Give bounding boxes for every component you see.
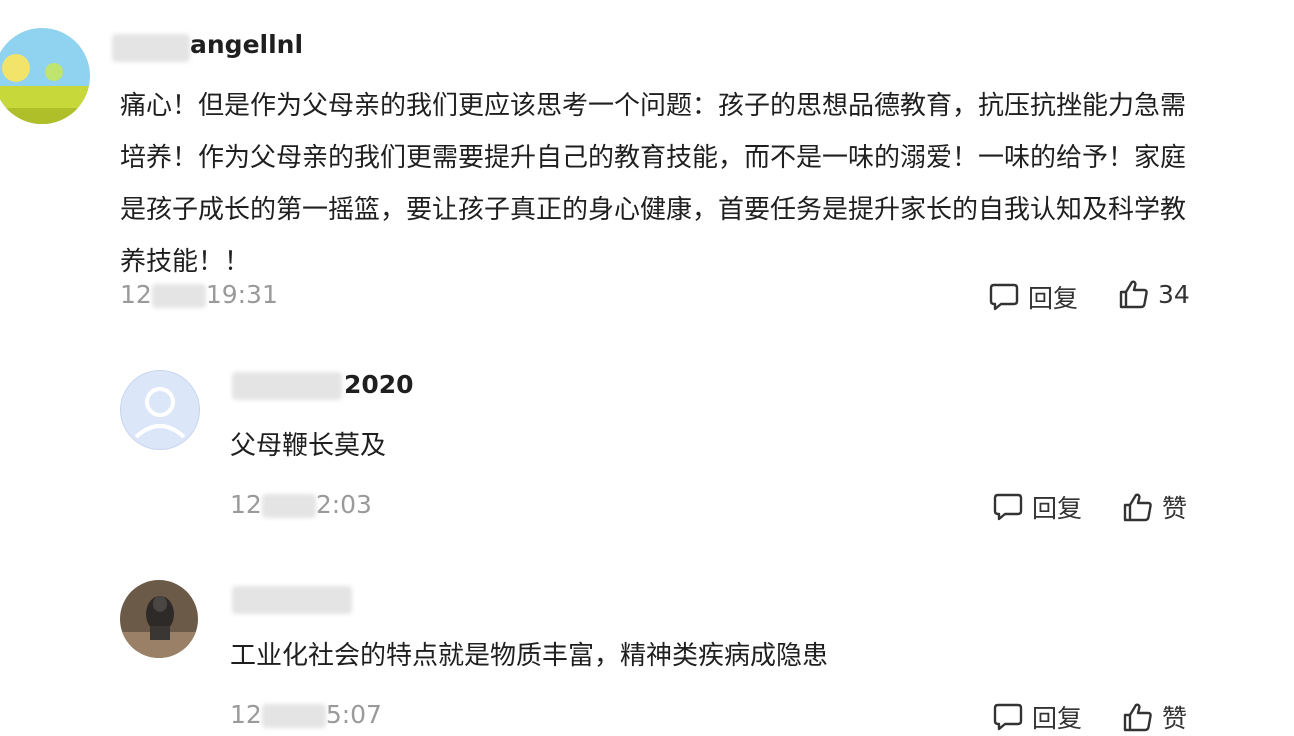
timestamp-suffix: 2:03 [315,490,372,519]
like-count: 34 [1158,279,1190,309]
reply-button[interactable]: 回复 [992,699,1082,735]
timestamp: 12 19:31 [120,280,278,309]
timestamp-prefix: 12 [230,490,262,519]
like-label: 赞 [1162,494,1188,523]
like-button[interactable]: 34 [1118,279,1190,309]
default-user-icon [134,387,186,439]
comment-text: 痛心！但是作为父母亲的我们更应该思考一个问题：孩子的思想品德教育，抗压抗挫能力急… [120,91,1187,277]
username[interactable]: 2020 [344,370,414,399]
timestamp: 12 2:03 [230,490,372,519]
username-redacted [112,34,190,62]
timestamp-redacted [261,704,326,728]
timestamp-suffix: 5:07 [325,700,382,729]
speech-bubble-icon [993,703,1023,731]
comment-text: 父母鞭长莫及 [230,431,387,461]
reply-button[interactable]: 回复 [992,489,1082,525]
reply-button[interactable]: 回复 [988,279,1078,315]
avatar[interactable] [120,370,200,450]
avatar[interactable] [0,28,90,124]
timestamp-prefix: 12 [120,280,152,309]
speech-bubble-icon [993,493,1023,521]
timestamp-prefix: 12 [230,700,262,729]
avatar-photo-image [120,580,198,658]
username-redacted [232,372,342,400]
avatar[interactable] [120,580,198,658]
reply-label: 回复 [1032,704,1083,733]
comment-text: 工业化社会的特点就是物质丰富，精神类疾病成隐患 [230,641,829,671]
timestamp: 12 5:07 [230,700,382,729]
username-redacted [232,586,352,614]
speech-bubble-icon [989,283,1019,311]
timestamp-suffix: 19:31 [205,280,278,309]
thumbs-up-icon [1119,280,1148,309]
thumbs-up-icon [1123,493,1152,522]
username[interactable]: angellnl [190,30,303,59]
like-label: 赞 [1162,704,1188,733]
timestamp-redacted [261,494,316,518]
avatar-landscape-image [0,28,90,124]
thumbs-up-icon [1123,703,1152,732]
reply-label: 回复 [1032,494,1083,523]
timestamp-redacted [151,284,206,308]
like-button[interactable]: 赞 [1122,489,1187,525]
reply-label: 回复 [1028,284,1079,313]
like-button[interactable]: 赞 [1122,699,1187,735]
